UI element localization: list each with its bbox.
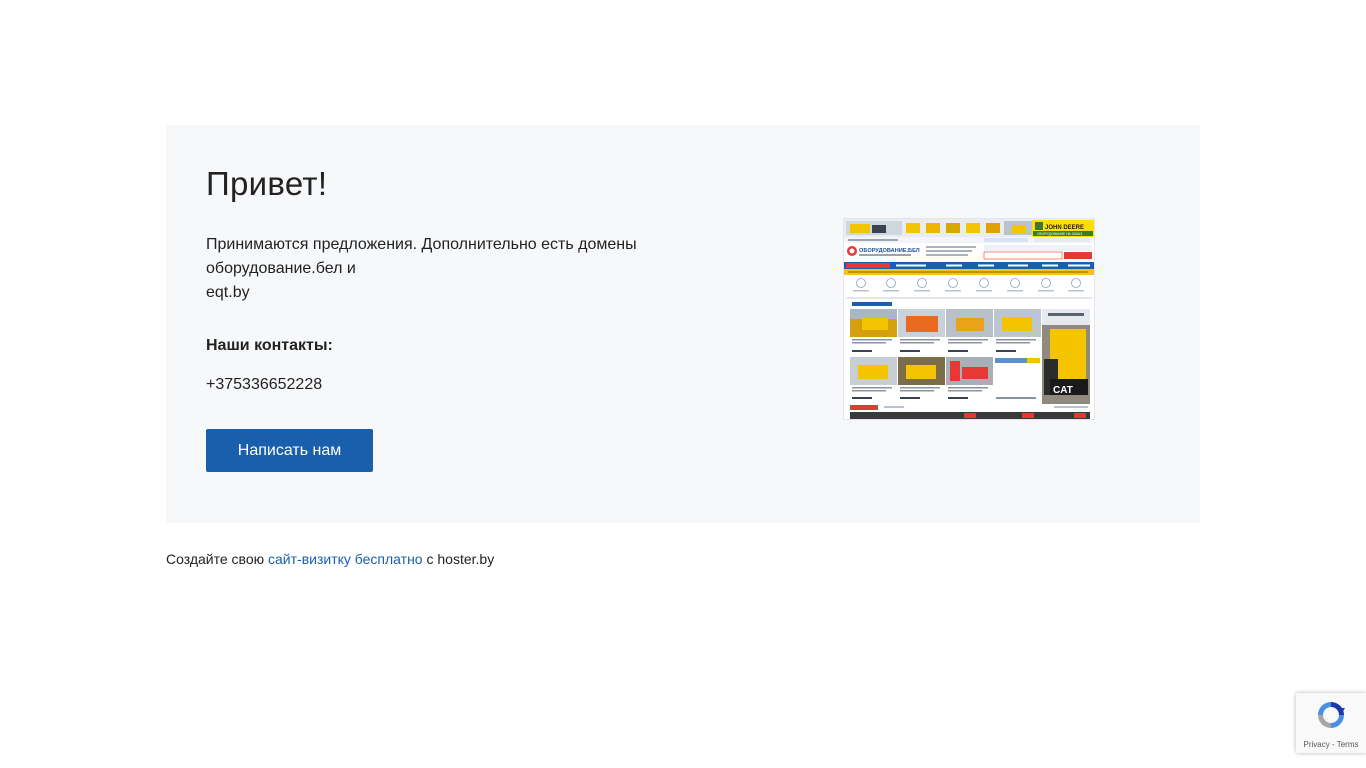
- site-logo-text: ОБОРУДОВАНИЕ.БЕЛ: [859, 248, 920, 254]
- recaptcha-terms-link[interactable]: Terms: [1337, 740, 1359, 749]
- site-preview-graphic: JOHN DEERE ОБОРУДОВАНИЕ НА ЗАКАЗ ОБОРУДО…: [844, 219, 1094, 419]
- footer-prefix: Создайте свою: [166, 551, 265, 567]
- phone-link[interactable]: +375336652228: [206, 376, 322, 394]
- cat-ad-text: CAT: [1053, 385, 1073, 396]
- write-us-button[interactable]: Написать нам: [206, 429, 373, 472]
- greeting-card: Привет! Принимаются предложения. Дополни…: [166, 125, 1200, 523]
- page-title: Привет!: [206, 165, 328, 202]
- top-banner-brand: JOHN DEERE: [1045, 225, 1084, 231]
- offer-paragraph: Принимаются предложения. Дополнительно е…: [206, 233, 676, 305]
- recaptcha-privacy-link[interactable]: Privacy: [1304, 740, 1330, 749]
- footer-free-site-link[interactable]: сайт-визитку бесплатно: [268, 551, 423, 567]
- offer-line: Принимаются предложения. Дополнительно е…: [206, 236, 637, 253]
- site-preview-image: JOHN DEERE ОБОРУДОВАНИЕ НА ЗАКАЗ ОБОРУДО…: [844, 219, 1094, 419]
- recaptcha-links: Privacy - Terms: [1296, 740, 1366, 749]
- offer-line: оборудование.бел и: [206, 260, 356, 277]
- footer-suffix: с hoster.by: [426, 551, 495, 567]
- footer-text: Создайте свою сайт-визитку бесплатно с h…: [166, 551, 494, 567]
- recaptcha-icon: [1318, 702, 1345, 728]
- recaptcha-badge[interactable]: Privacy - Terms: [1296, 693, 1366, 753]
- offer-line: eqt.by: [206, 284, 250, 301]
- recaptcha-separator: -: [1331, 740, 1335, 749]
- top-banner-subtitle: ОБОРУДОВАНИЕ НА ЗАКАЗ: [1037, 232, 1082, 236]
- contacts-heading: Наши контакты:: [206, 337, 333, 354]
